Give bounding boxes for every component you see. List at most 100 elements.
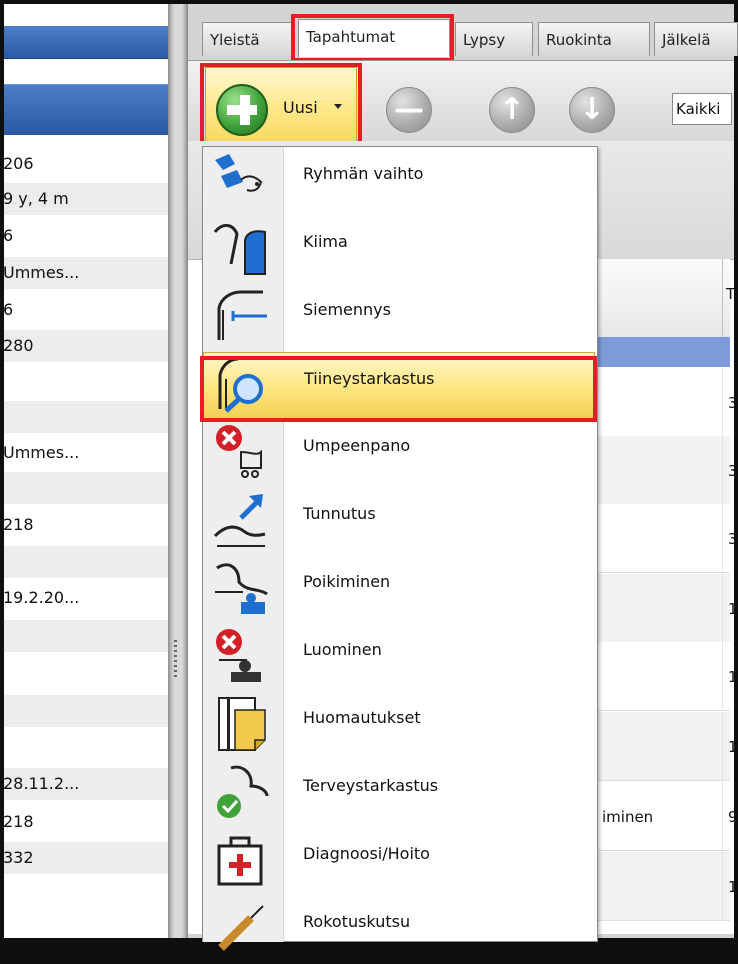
tab-ruokinta[interactable]: Ruokinta <box>538 22 650 56</box>
calving-icon <box>211 558 271 618</box>
left-detail-row: 6 <box>4 294 168 326</box>
chevron-down-icon <box>334 104 342 109</box>
arrow-up-icon: ↑ <box>499 92 525 127</box>
menu-item-label: Umpeenpano <box>303 436 411 455</box>
dry-off-icon <box>211 422 271 482</box>
left-detail-row: 6 <box>4 220 168 252</box>
grid-selected-row[interactable] <box>596 337 730 367</box>
grid-cell-value: 9 <box>728 808 738 826</box>
menu-item-label: Huomautukset <box>303 708 421 727</box>
menu-item-umpeenpano[interactable]: Umpeenpano <box>203 420 595 488</box>
menu-item-siemennys[interactable]: Siemennys <box>203 284 595 352</box>
left-detail-value: 332 <box>4 848 34 867</box>
group-change-icon <box>211 150 271 210</box>
menu-item-poikiminen[interactable]: Poikiminen <box>203 556 595 624</box>
left-detail-row <box>4 472 168 504</box>
menu-item-rokotuskutsu[interactable]: Rokotuskutsu <box>203 896 595 964</box>
left-detail-value: 19.2.20... <box>4 588 80 607</box>
grid-cell-value: 1 <box>728 738 738 756</box>
left-detail-value: Ummes... <box>4 443 80 462</box>
left-detail-row <box>4 401 168 433</box>
left-detail-row: 9 y, 4 m <box>4 183 168 215</box>
diagnosis-icon <box>211 830 271 890</box>
menu-item-label: Tiineystarkastus <box>304 369 435 388</box>
grid-row[interactable]: 3 <box>596 368 738 437</box>
menu-item-label: Tunnutus <box>303 504 376 523</box>
menu-item-terveystarkastus[interactable]: Terveystarkastus <box>203 760 595 828</box>
grid-cell-value: 1 <box>728 878 738 896</box>
left-detail-value: 9 y, 4 m <box>4 189 69 208</box>
menu-item-label: Rokotuskutsu <box>303 912 411 931</box>
panel-splitter[interactable] <box>168 4 188 938</box>
arrow-down-icon: ↓ <box>579 92 605 127</box>
grid-cell-value: 3 <box>728 394 738 412</box>
left-detail-value: 280 <box>4 336 34 355</box>
left-detail-row: 218 <box>4 509 168 541</box>
left-detail-value: Ummes... <box>4 263 80 282</box>
left-panel-subheader <box>4 84 168 135</box>
left-detail-value: 206 <box>4 154 34 173</box>
grid-row[interactable]: 1 <box>596 642 738 711</box>
left-detail-row <box>4 546 168 578</box>
left-detail-row: 206 <box>4 148 168 180</box>
menu-item-label: Poikiminen <box>303 572 391 591</box>
grid-row[interactable]: 3 <box>596 436 738 505</box>
left-detail-row: Ummes... <box>4 257 168 289</box>
tab-tapahtumat[interactable]: Tapahtumat <box>298 19 450 57</box>
delete-event-button[interactable]: — <box>386 87 432 133</box>
left-detail-row <box>4 732 168 764</box>
move-up-button[interactable]: ↑ <box>489 87 535 133</box>
abortion-icon <box>211 626 271 686</box>
insemination-icon <box>211 286 271 346</box>
menu-item-diagnoosi-hoito[interactable]: Diagnoosi/Hoito <box>203 828 595 896</box>
menu-item-label: Siemennys <box>303 300 391 319</box>
column-header-text: T <box>726 285 736 303</box>
tab-lypsy[interactable]: Lypsy <box>455 22 533 56</box>
menu-item-label: Diagnoosi/Hoito <box>303 844 430 863</box>
left-detail-row: 218 <box>4 806 168 838</box>
menu-item-huomautukset[interactable]: Huomautukset <box>203 692 595 760</box>
menu-item-luominen[interactable]: Luominen <box>203 624 595 692</box>
induction-icon <box>211 490 271 550</box>
new-event-label: Uusi <box>283 98 318 117</box>
health-check-icon <box>211 762 271 822</box>
left-detail-row: 28.11.2... <box>4 768 168 800</box>
tab-yleista[interactable]: Yleistä <box>202 22 294 56</box>
left-detail-row <box>4 365 168 397</box>
left-detail-row: 280 <box>4 330 168 362</box>
grid-row[interactable]: 1 <box>596 852 738 921</box>
left-details-panel: 206 9 y, 4 m 6 Ummes... 6 280 Ummes... 218 19.2.… <box>4 4 168 938</box>
grid-cell-value: 1 <box>728 668 738 686</box>
grid-row[interactable]: 9 iminen <box>596 782 738 851</box>
grid-cell-text: iminen <box>602 808 654 826</box>
menu-item-kiima[interactable]: Kiima <box>203 216 595 284</box>
left-panel-header <box>4 26 168 59</box>
menu-item-label: Kiima <box>303 232 348 251</box>
left-detail-value: 218 <box>4 515 34 534</box>
left-detail-row: Ummes... <box>4 437 168 469</box>
tab-jalkelaiset[interactable]: Jälkelä <box>654 22 738 56</box>
add-icon <box>216 84 268 136</box>
minus-icon: — <box>394 92 424 127</box>
notes-icon <box>211 694 271 754</box>
left-detail-value: 6 <box>4 300 14 319</box>
left-detail-row <box>4 658 168 690</box>
move-down-button[interactable]: ↓ <box>569 87 615 133</box>
grid-row[interactable]: 1 <box>596 574 738 643</box>
left-detail-row: 332 <box>4 842 168 874</box>
left-detail-row <box>4 695 168 727</box>
menu-item-tiineystarkastus[interactable]: Tiineystarkastus <box>203 352 595 420</box>
menu-item-ryhmän-vaihto[interactable]: Ryhmän vaihto <box>203 148 595 216</box>
menu-item-label: Luominen <box>303 640 382 659</box>
left-detail-value: 28.11.2... <box>4 774 80 793</box>
splitter-grip[interactable] <box>174 640 177 680</box>
grid-cell-value: 3 <box>728 530 738 548</box>
left-detail-value: 6 <box>4 226 14 245</box>
grid-row[interactable]: 3 <box>596 504 738 573</box>
left-detail-row <box>4 620 168 652</box>
heat-icon <box>211 218 271 278</box>
event-filter-select[interactable]: Kaikki <box>672 93 732 125</box>
left-detail-value: 218 <box>4 812 34 831</box>
grid-row[interactable]: 1 <box>596 712 738 781</box>
menu-item-tunnutus[interactable]: Tunnutus <box>203 488 595 556</box>
